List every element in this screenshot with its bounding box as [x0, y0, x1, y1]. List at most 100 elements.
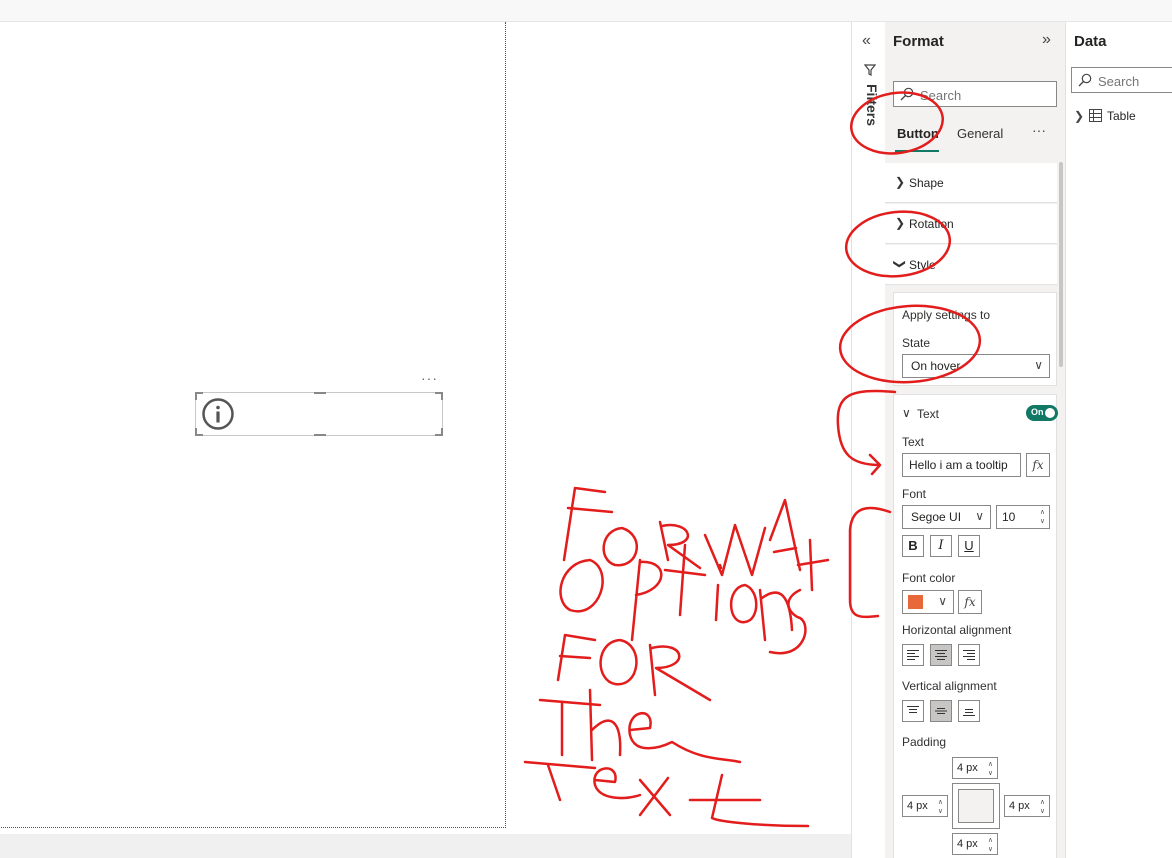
spin-arrows-icon[interactable]: ∧ ∨ [1040, 798, 1045, 816]
format-search-input[interactable] [920, 86, 1052, 104]
bold-button[interactable]: B [902, 535, 924, 557]
text-card-title: Text [917, 407, 940, 421]
font-size-value: 10 [1002, 510, 1016, 524]
padding-bottom-input[interactable]: 4 px ∧ ∨ [952, 833, 998, 855]
font-family-value: Segoe UI [911, 510, 962, 524]
italic-button[interactable]: I [930, 535, 952, 557]
chevron-down-icon: ∨ [1034, 358, 1043, 372]
align-bottom-icon [963, 709, 975, 716]
align-middle-button[interactable] [930, 700, 952, 722]
visual-more-options[interactable]: ··· [421, 370, 438, 386]
pane-scrollbar[interactable] [1059, 162, 1063, 367]
resize-handle-bottom-middle[interactable] [314, 434, 326, 436]
font-color-label: Font color [902, 571, 956, 585]
resize-handle-bottom-left-v[interactable] [195, 428, 197, 436]
chevron-down-icon: ❯ [893, 258, 908, 270]
align-center-icon [935, 650, 947, 660]
info-button-visual[interactable] [195, 392, 443, 436]
report-canvas[interactable]: ··· [0, 22, 851, 834]
text-card: ∨ Text On Text Hello i am a tooltip fx F… [893, 394, 1058, 858]
table-icon [1089, 109, 1102, 122]
format-pane-title: Format [893, 33, 944, 50]
resize-handle-top-right-v[interactable] [441, 392, 443, 400]
align-center-button[interactable] [930, 644, 952, 666]
padding-bottom-value: 4 px [957, 838, 978, 850]
padding-right-value: 4 px [1009, 800, 1030, 812]
filters-pane-collapsed[interactable]: « Filters [851, 22, 885, 858]
section-rotation-label: Rotation [909, 217, 954, 231]
spin-arrows-icon[interactable]: ∧ ∨ [938, 798, 943, 816]
section-rotation[interactable]: ❯ Rotation [885, 204, 1057, 244]
resize-handle-top-middle[interactable] [314, 392, 326, 394]
chevron-down-icon[interactable]: ∨ [902, 406, 911, 420]
data-pane-title: Data [1074, 33, 1107, 50]
spin-arrows-icon[interactable]: ∧ ∨ [988, 836, 993, 854]
active-tab-indicator [895, 150, 939, 152]
search-icon [900, 87, 914, 101]
color-swatch [908, 595, 923, 609]
font-color-picker[interactable]: ∨ [902, 590, 954, 614]
bottom-page-strip [0, 834, 885, 858]
align-top-icon [907, 706, 919, 713]
toggle-knob [1045, 408, 1055, 418]
align-bottom-button[interactable] [958, 700, 980, 722]
padding-top-value: 4 px [957, 762, 978, 774]
font-color-fx-button[interactable]: fx [958, 590, 982, 614]
data-search-input[interactable] [1098, 72, 1172, 90]
filters-label: Filters [864, 84, 880, 127]
spin-arrows-icon[interactable]: ∧ ∨ [1040, 508, 1045, 526]
font-size-stepper[interactable]: 10 ∧ ∨ [996, 505, 1050, 529]
align-right-icon [963, 650, 975, 660]
spin-arrows-icon[interactable]: ∧ ∨ [988, 760, 993, 778]
section-shape[interactable]: ❯ Shape [885, 163, 1057, 203]
padding-right-input[interactable]: 4 px ∧ ∨ [1004, 795, 1050, 817]
chevron-right-icon: ❯ [895, 175, 906, 189]
filter-icon [864, 64, 876, 76]
underline-button[interactable]: U [958, 535, 980, 557]
apply-settings-card: Apply settings to State On hover ∨ [893, 292, 1057, 386]
state-dropdown[interactable]: On hover ∨ [902, 354, 1050, 378]
data-search-box[interactable] [1071, 67, 1172, 93]
data-pane: Data ❯ Table [1066, 22, 1172, 858]
format-search-box[interactable] [893, 81, 1057, 107]
chevron-right-icon: ❯ [895, 216, 906, 230]
data-item-table[interactable]: ❯ Table [1074, 108, 1170, 126]
format-pane: Format » Button General ··· ❯ Shape ❯ Ro… [885, 22, 1066, 858]
data-item-label: Table [1107, 109, 1136, 123]
text-input[interactable]: Hello i am a tooltip [902, 453, 1021, 477]
state-dropdown-value: On hover [911, 359, 961, 373]
chevron-down-icon: ∨ [938, 594, 947, 608]
padding-preview-inner [958, 789, 994, 823]
chevron-down-icon: ∨ [975, 509, 984, 523]
tab-button[interactable]: Button [897, 126, 939, 141]
state-label: State [902, 336, 931, 350]
text-fx-button[interactable]: fx [1026, 453, 1050, 477]
tab-general[interactable]: General [957, 126, 1003, 141]
search-icon [1078, 73, 1092, 87]
apply-settings-title: Apply settings to [902, 308, 991, 322]
chevron-right-icon: ❯ [1074, 109, 1085, 123]
collapse-filters-icon[interactable]: « [862, 32, 871, 50]
align-middle-icon [935, 708, 947, 714]
info-icon [202, 398, 234, 430]
section-style[interactable]: ❯ Style [885, 245, 1057, 285]
padding-label: Padding [902, 735, 947, 749]
section-style-label: Style [909, 258, 936, 272]
align-top-button[interactable] [902, 700, 924, 722]
align-left-button[interactable] [902, 644, 924, 666]
resize-handle-bottom-right-v[interactable] [441, 428, 443, 436]
padding-top-input[interactable]: 4 px ∧ ∨ [952, 757, 998, 779]
font-family-dropdown[interactable]: Segoe UI ∨ [902, 505, 991, 529]
format-more-options[interactable]: ··· [1032, 122, 1046, 138]
align-right-button[interactable] [958, 644, 980, 666]
expand-pane-icon[interactable]: » [1042, 31, 1051, 49]
top-bar [0, 0, 1172, 22]
filters-toggle[interactable]: Filters [858, 64, 882, 144]
horizontal-alignment-label: Horizontal alignment [902, 623, 1012, 637]
padding-left-value: 4 px [907, 800, 928, 812]
resize-handle-top-left-v[interactable] [195, 392, 197, 400]
padding-left-input[interactable]: 4 px ∧ ∨ [902, 795, 948, 817]
align-left-icon [907, 650, 919, 660]
text-toggle[interactable]: On [1026, 405, 1058, 421]
section-shape-label: Shape [909, 176, 944, 190]
